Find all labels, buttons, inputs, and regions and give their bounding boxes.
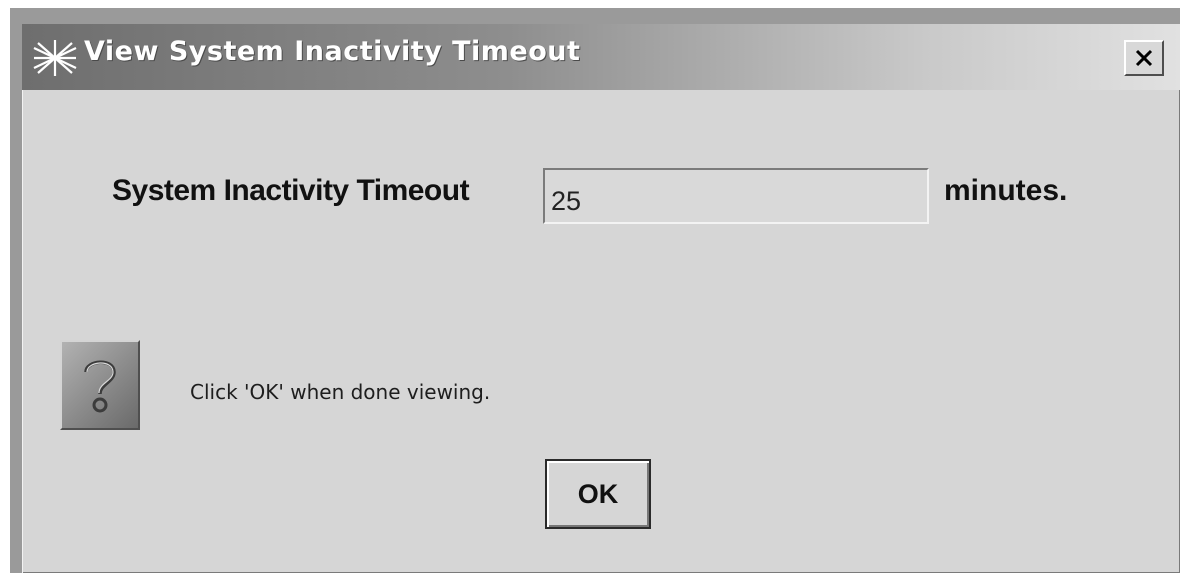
question-icon <box>60 340 140 430</box>
dialog-title: View System Inactivity Timeout <box>84 36 581 67</box>
timeout-field-label: System Inactivity Timeout <box>112 174 470 207</box>
title-bar[interactable]: View System Inactivity Timeout <box>22 24 1180 90</box>
close-button[interactable] <box>1124 40 1164 76</box>
dialog-window: View System Inactivity Timeout System In… <box>22 24 1180 573</box>
ok-button[interactable]: OK <box>545 459 651 529</box>
help-message: Click 'OK' when done viewing. <box>190 380 491 404</box>
timeout-value-field[interactable] <box>543 168 929 224</box>
minutes-units-label: minutes. <box>944 174 1068 207</box>
asterisk-logo-icon <box>32 38 78 78</box>
